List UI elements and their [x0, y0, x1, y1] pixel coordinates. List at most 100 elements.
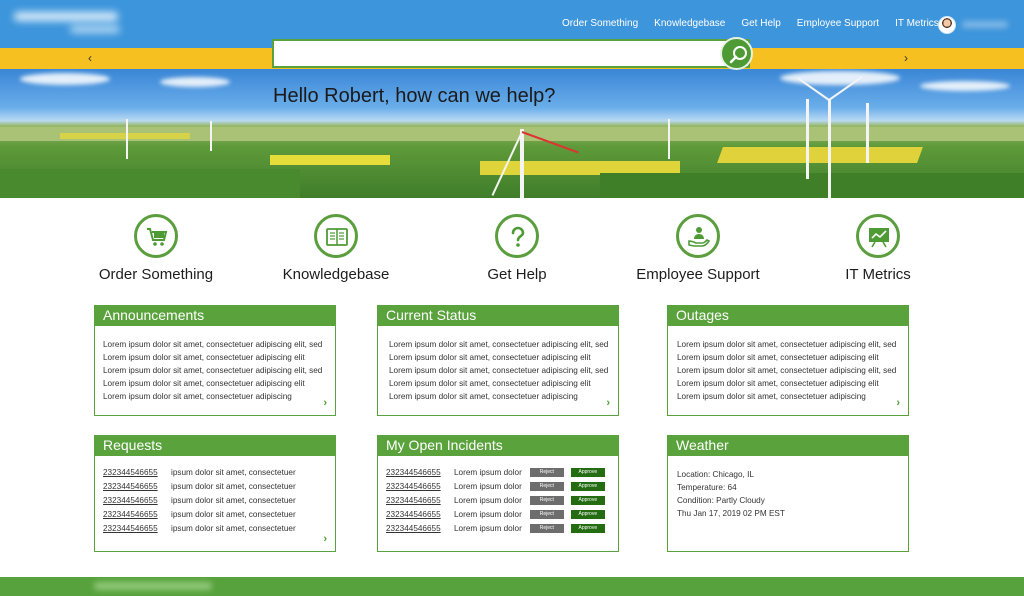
- request-number-link[interactable]: 232344546655: [103, 522, 171, 535]
- incident-description: Lorem ipsum dolor: [454, 523, 522, 533]
- search-icon: [729, 46, 747, 64]
- nav-order-something[interactable]: Order Something: [562, 18, 638, 29]
- current-status-card: Current Status Lorem ipsum dolor sit ame…: [377, 305, 619, 416]
- company-logo[interactable]: [14, 10, 124, 36]
- shopping-cart-icon: [147, 228, 168, 246]
- request-description: ipsum dolor sit amet, consectetuer: [171, 481, 296, 491]
- quick-link-knowledgebase[interactable]: Knowledgebase: [256, 214, 416, 283]
- alert-next-chevron-icon[interactable]: ›: [904, 51, 908, 65]
- card-line: Lorem ipsum dolor sit amet, consectetuer…: [389, 340, 609, 349]
- quick-link-label: Order Something: [98, 266, 214, 283]
- approve-button[interactable]: Approve: [570, 523, 605, 533]
- incident-description: Lorem ipsum dolor: [454, 467, 522, 477]
- nav-get-help[interactable]: Get Help: [741, 18, 780, 29]
- approve-button[interactable]: Approve: [570, 481, 605, 491]
- person-hand-icon: [688, 227, 711, 247]
- reject-button[interactable]: Reject: [529, 509, 564, 519]
- card-line: Lorem ipsum dolor sit amet, consectetuer…: [677, 379, 879, 388]
- card-line: Lorem ipsum dolor sit amet, consectetuer…: [103, 353, 305, 362]
- card-line: Lorem ipsum dolor sit amet, consectetuer…: [103, 340, 323, 349]
- footer-text: [94, 582, 212, 590]
- incident-description: Lorem ipsum dolor: [454, 495, 522, 505]
- nav-knowledgebase[interactable]: Knowledgebase: [654, 18, 725, 29]
- table-row: 232344546655 Lorem ipsum dolor Reject Appro…: [386, 465, 610, 479]
- user-avatar[interactable]: [938, 16, 956, 34]
- quick-link-get-help[interactable]: Get Help: [437, 214, 597, 283]
- table-row: 232344546655 Lorem ipsum dolor Reject Appro…: [386, 507, 610, 521]
- quick-link-it-metrics[interactable]: IT Metrics: [798, 214, 958, 283]
- incident-number-link[interactable]: 232344546655: [386, 494, 454, 507]
- greeting-heading: Hello Robert, how can we help?: [273, 85, 556, 107]
- search-button[interactable]: [720, 37, 753, 70]
- card-line: Lorem ipsum dolor sit amet, consectetuer…: [103, 392, 292, 401]
- chart-board-icon: [869, 228, 889, 248]
- announcements-card: Announcements Lorem ipsum dolor sit amet…: [94, 305, 336, 416]
- table-row: 232344546655 ipsum dolor sit amet, consec…: [103, 493, 327, 507]
- chevron-right-icon[interactable]: ›: [606, 397, 610, 409]
- incident-number-link[interactable]: 232344546655: [386, 480, 454, 493]
- card-line: Lorem ipsum dolor sit amet, consectetuer…: [677, 366, 897, 375]
- table-row: 232344546655 ipsum dolor sit amet, consec…: [103, 521, 327, 535]
- request-number-link[interactable]: 232344546655: [103, 466, 171, 479]
- quick-link-label: Knowledgebase: [282, 266, 390, 283]
- quick-link-employee-support[interactable]: Employee Support: [618, 214, 778, 283]
- nav-it-metrics[interactable]: IT Metrics: [895, 18, 939, 29]
- card-line: Lorem ipsum dolor sit amet, consectetuer…: [389, 366, 609, 375]
- request-description: ipsum dolor sit amet, consectetuer: [171, 495, 296, 505]
- card-line: Lorem ipsum dolor sit amet, consectetuer…: [389, 379, 591, 388]
- card-title: Announcements: [95, 306, 335, 326]
- quick-link-label: Employee Support: [636, 266, 760, 283]
- request-number-link[interactable]: 232344546655: [103, 480, 171, 493]
- incident-number-link[interactable]: 232344546655: [386, 466, 454, 479]
- requests-card: Requests 232344546655 ipsum dolor sit ame…: [94, 435, 336, 552]
- card-title: My Open Incidents: [378, 436, 618, 456]
- weather-location: Location: Chicago, IL: [677, 470, 754, 479]
- nav-employee-support[interactable]: Employee Support: [797, 18, 879, 29]
- card-title: Weather: [668, 436, 908, 456]
- request-description: ipsum dolor sit amet, consectetuer: [171, 467, 296, 477]
- user-name[interactable]: [962, 21, 1008, 28]
- hero-banner: Hello Robert, how can we help?: [0, 69, 1024, 198]
- reject-button[interactable]: Reject: [529, 495, 564, 505]
- question-icon: [511, 226, 525, 247]
- card-line: Lorem ipsum dolor sit amet, consectetuer…: [103, 379, 305, 388]
- card-title: Outages: [668, 306, 908, 326]
- table-row: 232344546655 Lorem ipsum dolor Reject Appro…: [386, 493, 610, 507]
- card-line: Lorem ipsum dolor sit amet, consectetuer…: [389, 353, 591, 362]
- card-title: Requests: [95, 436, 335, 456]
- table-row: 232344546655 Lorem ipsum dolor Reject Appro…: [386, 479, 610, 493]
- chevron-right-icon[interactable]: ›: [323, 397, 327, 409]
- search-input[interactable]: [272, 39, 750, 68]
- weather-datetime: Thu Jan 17, 2019 02 PM EST: [677, 509, 785, 518]
- approve-button[interactable]: Approve: [570, 509, 605, 519]
- quick-link-order-something[interactable]: Order Something: [76, 214, 236, 283]
- open-incidents-card: My Open Incidents 232344546655 Lorem ipsu…: [377, 435, 619, 552]
- card-line: Lorem ipsum dolor sit amet, consectetuer…: [389, 392, 578, 401]
- request-number-link[interactable]: 232344546655: [103, 508, 171, 521]
- incident-number-link[interactable]: 232344546655: [386, 508, 454, 521]
- reject-button[interactable]: Reject: [529, 523, 564, 533]
- top-nav-links: Order Something Knowledgebase Get Help E…: [562, 18, 955, 29]
- reject-button[interactable]: Reject: [529, 481, 564, 491]
- chevron-right-icon[interactable]: ›: [896, 397, 900, 409]
- card-line: Lorem ipsum dolor sit amet, consectetuer…: [677, 392, 866, 401]
- footer-bar: [0, 577, 1024, 596]
- incident-number-link[interactable]: 232344546655: [386, 522, 454, 535]
- approve-button[interactable]: Approve: [570, 467, 605, 477]
- quick-link-label: Get Help: [487, 266, 547, 283]
- request-number-link[interactable]: 232344546655: [103, 494, 171, 507]
- weather-condition: Condition: Partly Cloudy: [677, 496, 765, 505]
- card-line: Lorem ipsum dolor sit amet, consectetuer…: [103, 366, 323, 375]
- outages-card: Outages Lorem ipsum dolor sit amet, cons…: [667, 305, 909, 416]
- card-line: Lorem ipsum dolor sit amet, consectetuer…: [677, 353, 879, 362]
- table-row: 232344546655 ipsum dolor sit amet, consec…: [103, 479, 327, 493]
- request-description: ipsum dolor sit amet, consectetuer: [171, 523, 296, 533]
- quick-link-label: IT Metrics: [845, 266, 911, 283]
- table-row: 232344546655 ipsum dolor sit amet, consec…: [103, 465, 327, 479]
- chevron-right-icon[interactable]: ›: [323, 533, 327, 545]
- reject-button[interactable]: Reject: [529, 467, 564, 477]
- incident-description: Lorem ipsum dolor: [454, 481, 522, 491]
- approve-button[interactable]: Approve: [570, 495, 605, 505]
- card-title: Current Status: [378, 306, 618, 326]
- book-icon: [326, 228, 348, 246]
